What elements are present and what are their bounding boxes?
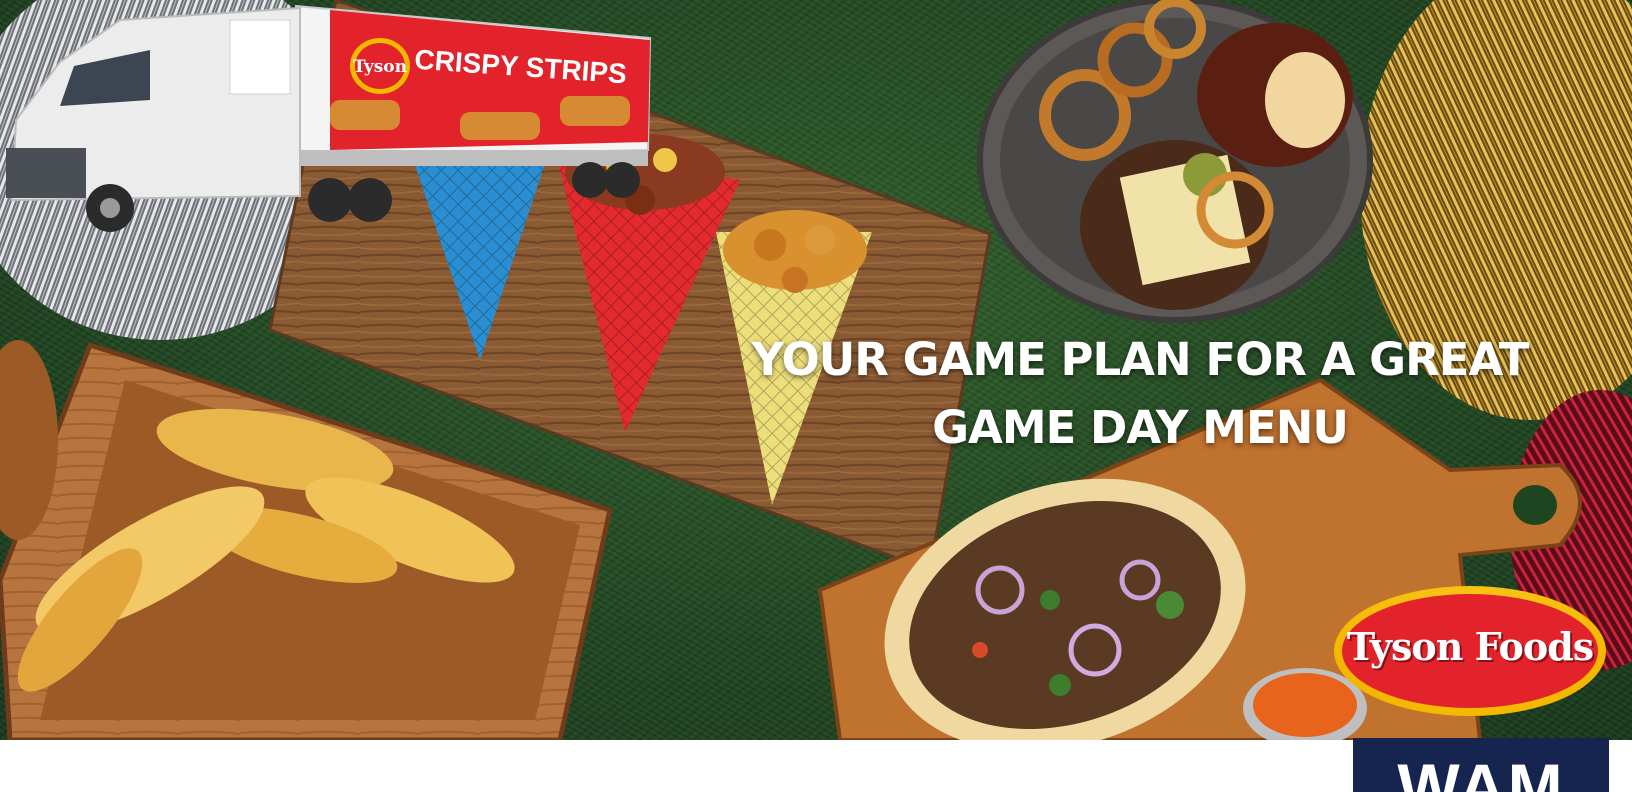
hero-headline: YOUR GAME PLAN FOR A GREAT GAME DAY MENU [700,326,1580,462]
logo-wordmark: Tyson Foods [1346,624,1594,669]
delivery-truck: Tyson CRISPY STRIPS [6,4,652,232]
headline-line-2: GAME DAY MENU [932,401,1349,454]
burger-plate [977,0,1373,323]
headline-line-1: YOUR GAME PLAN FOR A GREAT [751,333,1529,386]
wam-badge-text: WAM [1397,750,1565,792]
hero-banner: Tyson CRISPY STRIPS YOUR GAME PLAN FOR A… [0,0,1632,740]
tyson-foods-logo[interactable]: Tyson Foods [1334,586,1606,716]
wam-badge[interactable]: WAM [1353,738,1609,792]
trailer-brand-text: Tyson [353,57,407,77]
